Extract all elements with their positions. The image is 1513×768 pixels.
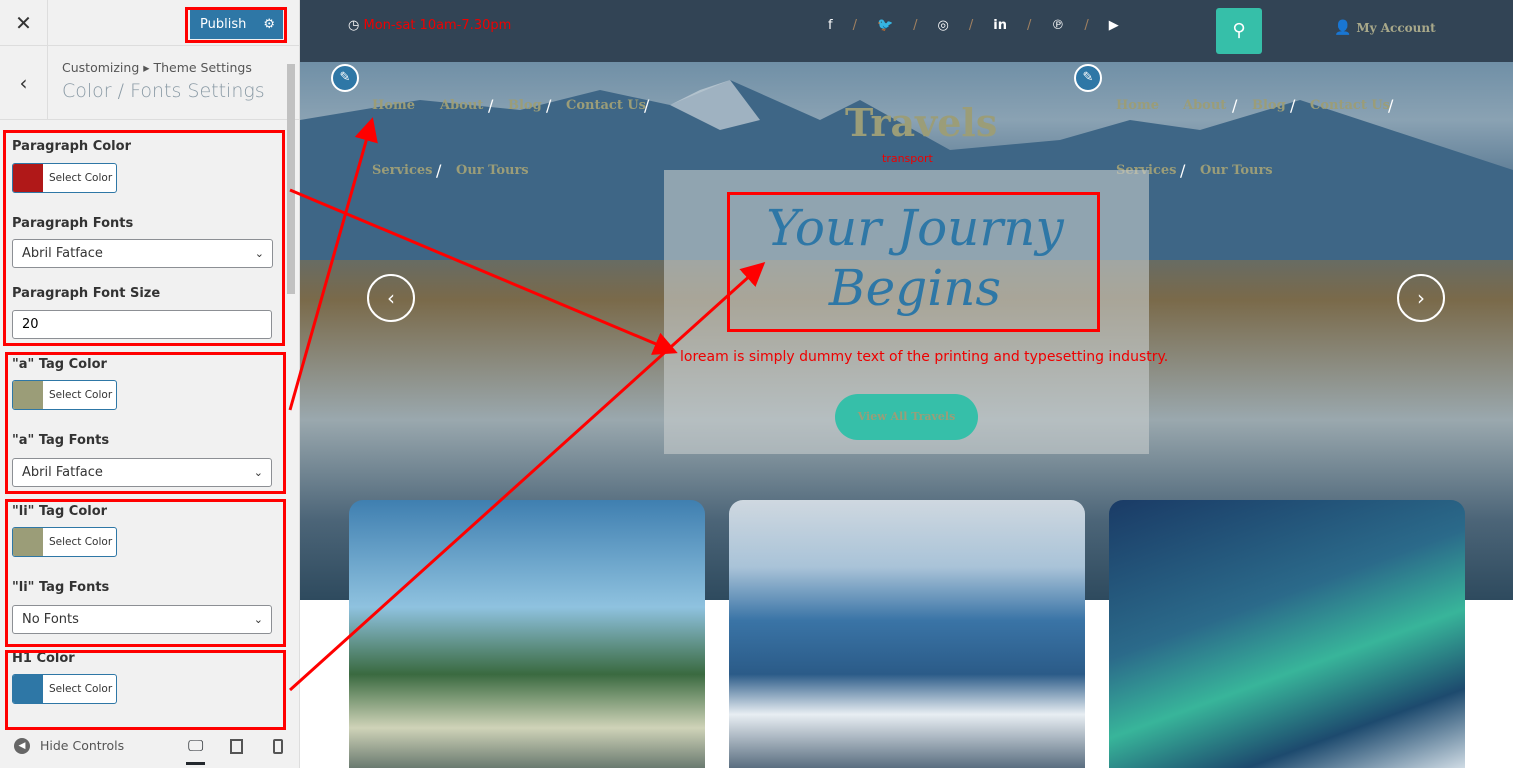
nav-our-tours[interactable]: Our Tours <box>1200 163 1273 178</box>
search-icon: ⚲ <box>1232 20 1246 41</box>
slider-prev-button[interactable]: ‹ <box>367 274 415 322</box>
clock-icon: ◷ <box>348 18 364 33</box>
sidebar-scrollbar[interactable] <box>286 58 296 718</box>
annotation-box-h1 <box>5 650 286 730</box>
nav-about[interactable]: About <box>1183 98 1226 113</box>
annotation-box-li-tag <box>5 499 286 647</box>
breadcrumb: Customizing ▸ Theme Settings <box>62 60 252 75</box>
mobile-preview-icon[interactable] <box>273 739 283 754</box>
section-header: ‹ Customizing ▸ Theme Settings Color / F… <box>0 46 299 120</box>
pinterest-icon[interactable]: ℗ <box>1051 18 1064 33</box>
tour-card-santorini[interactable] <box>729 500 1085 768</box>
annotation-box-hero-title <box>727 192 1100 332</box>
facebook-icon[interactable]: f <box>828 18 833 33</box>
close-button[interactable]: ✕ <box>0 0 48 46</box>
view-all-travels-button[interactable]: View All Travels <box>835 394 978 440</box>
tour-card-beach[interactable] <box>349 500 705 768</box>
nav-blog[interactable]: Blog <box>508 98 542 113</box>
search-button[interactable]: ⚲ <box>1216 8 1262 54</box>
social-links: f / 🐦 / ◎ / in / ℗ / ▶ <box>828 18 1119 33</box>
nav-blog[interactable]: Blog <box>1252 98 1286 113</box>
collapse-icon[interactable]: ◀ <box>14 738 30 754</box>
tour-card-aurora[interactable] <box>1109 500 1465 768</box>
nav-our-tours[interactable]: Our Tours <box>456 163 529 178</box>
annotation-box-publish <box>185 7 287 43</box>
annotation-box-paragraph <box>3 130 285 346</box>
page-title: Color / Fonts Settings <box>62 80 265 102</box>
nav-contact[interactable]: Contact Us <box>566 98 646 113</box>
site-tagline: transport <box>882 152 933 165</box>
instagram-icon[interactable]: ◎ <box>938 18 949 33</box>
nav-services[interactable]: Services <box>372 163 433 178</box>
tablet-preview-icon[interactable] <box>230 739 243 754</box>
edit-shortcut-pencil-icon[interactable]: ✎ <box>1074 64 1102 92</box>
site-preview: ◷ Mon-sat 10am-7.30pm f / 🐦 / ◎ / in / ℗ / ▶ … <box>300 0 1513 768</box>
linkedin-icon[interactable]: in <box>993 18 1007 33</box>
account-label: My Account <box>1356 21 1436 35</box>
nav-about[interactable]: About <box>440 98 483 113</box>
user-icon: 👤 <box>1334 20 1357 36</box>
annotation-box-a-tag <box>5 352 286 494</box>
site-logo[interactable]: Travels <box>845 100 997 145</box>
slider-next-button[interactable]: › <box>1397 274 1445 322</box>
nav-home[interactable]: Home <box>372 98 415 113</box>
desktop-preview-icon[interactable]: 🖵 <box>186 736 206 765</box>
twitter-icon[interactable]: 🐦 <box>877 18 893 33</box>
nav-contact[interactable]: Contact Us <box>1310 98 1390 113</box>
youtube-icon[interactable]: ▶ <box>1109 18 1119 33</box>
hero-text: loream is simply dummy text of the print… <box>680 349 1169 365</box>
back-button[interactable]: ‹ <box>0 46 48 120</box>
hours-text: Mon-sat 10am-7.30pm <box>363 18 512 33</box>
customizer-footer: ◀ Hide Controls 🖵 <box>0 728 300 768</box>
hide-controls-button[interactable]: Hide Controls <box>40 738 124 753</box>
nav-home[interactable]: Home <box>1116 98 1159 113</box>
edit-shortcut-pencil-icon[interactable]: ✎ <box>331 64 359 92</box>
opening-hours: ◷ Mon-sat 10am-7.30pm <box>348 18 511 33</box>
my-account-link[interactable]: 👤 My Account <box>1334 20 1436 36</box>
